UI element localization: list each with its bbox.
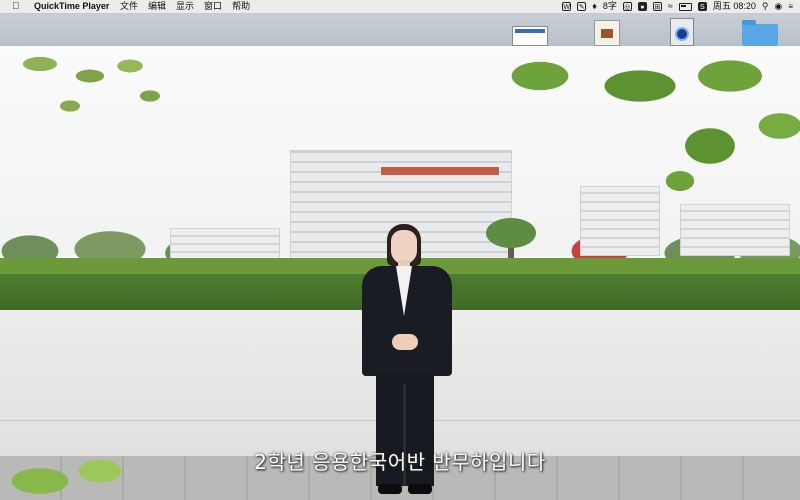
clock[interactable]: 周五 08:20 — [713, 0, 756, 13]
video-building-right — [680, 204, 790, 256]
video-player-frame[interactable]: 2학년 응용한국어반 반무하입니다 — [0, 46, 800, 500]
wechat-icon[interactable]: W — [562, 2, 572, 11]
clock-time: 08:20 — [733, 1, 756, 11]
desktop-strip — [0, 14, 800, 46]
s-app-icon[interactable]: S — [697, 2, 707, 11]
tray-status-icon[interactable]: ◎ — [622, 2, 632, 11]
presenter-right-shoe — [408, 484, 432, 494]
notification-center-icon[interactable]: ≡ — [788, 0, 793, 13]
spotlight-search-icon[interactable]: ⚲ — [762, 0, 769, 13]
clock-weekday: 周五 — [712, 1, 731, 11]
tray-app-icon[interactable]: ✎ — [577, 2, 587, 11]
input-method-char: 字 — [607, 1, 617, 11]
app-name-menu[interactable]: QuickTime Player — [34, 0, 109, 13]
menu-edit[interactable]: 编辑 — [148, 0, 166, 13]
desktop-document-icon[interactable] — [512, 26, 548, 46]
status-tray: W ✎ ♦ 8字 ◎ ● ⊞ ≈ S 周五 08:20 ⚲ ◉ ≡ — [562, 0, 793, 13]
video-building-side — [580, 186, 660, 256]
menu-help[interactable]: 帮助 — [232, 0, 250, 13]
notification-bell-icon[interactable]: ♦ — [592, 0, 597, 13]
video-subtitle: 2학년 응용한국어반 반무하입니다 — [254, 450, 546, 474]
presenter-hands — [392, 334, 418, 350]
wifi-icon[interactable]: ≈ — [668, 0, 673, 13]
desktop-image-file-icon[interactable] — [594, 20, 620, 46]
battery-icon[interactable] — [678, 2, 692, 11]
video-building-left — [170, 228, 280, 260]
desktop-quicktime-file-icon[interactable] — [670, 18, 694, 46]
microphone-icon[interactable]: ● — [637, 2, 647, 11]
video-leaves-top-right — [460, 46, 800, 196]
menu-window[interactable]: 窗口 — [204, 0, 222, 13]
input-method-indicator[interactable]: 8字 — [603, 0, 617, 13]
menu-view[interactable]: 显示 — [176, 0, 194, 13]
menu-file[interactable]: 文件 — [120, 0, 138, 13]
siri-icon[interactable]: ◉ — [774, 0, 782, 13]
apple-menu-icon[interactable]:  — [12, 0, 20, 13]
presenter-left-shoe — [378, 484, 402, 494]
video-leaves-top-left — [0, 46, 180, 136]
grid-app-icon[interactable]: ⊞ — [652, 2, 662, 11]
presenter-face — [391, 230, 417, 264]
menu-bar:  QuickTime Player 文件 编辑 显示 窗口 帮助 W ✎ ♦ … — [0, 0, 800, 14]
app-menus: 文件 编辑 显示 窗口 帮助 — [120, 0, 250, 13]
desktop-folder-icon[interactable] — [742, 20, 778, 46]
